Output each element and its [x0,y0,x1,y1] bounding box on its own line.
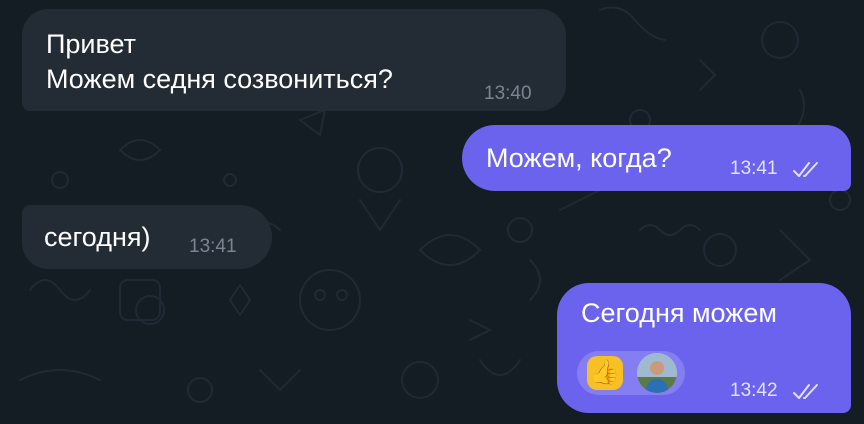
message-time: 13:40 [484,83,532,104]
message-text: Можем, когда? [486,143,672,173]
message-text-line: Привет [46,29,137,59]
reaction-chip[interactable]: 👍 [577,351,685,395]
message-text: сегодня) [44,222,151,252]
avatar[interactable] [637,353,677,393]
outgoing-message[interactable]: Можем, когда? 13:41 [462,125,851,191]
avatar-picture [637,353,677,393]
double-check-icon [793,162,818,177]
outgoing-message[interactable]: Сегодня можем 👍 13:42 [557,283,851,413]
incoming-message[interactable]: сегодня) 13:41 [22,205,272,269]
double-check-icon [793,384,818,399]
message-time: 13:41 [730,158,778,179]
message-text: Сегодня можем [581,298,777,328]
incoming-message[interactable]: Привет Можем седня созвониться? 13:40 [22,9,566,111]
message-time: 13:42 [730,380,778,401]
message-text-line: Можем седня созвониться? [46,64,393,94]
message-time: 13:41 [189,236,237,257]
thumbs-up-icon: 👍 [587,356,623,390]
